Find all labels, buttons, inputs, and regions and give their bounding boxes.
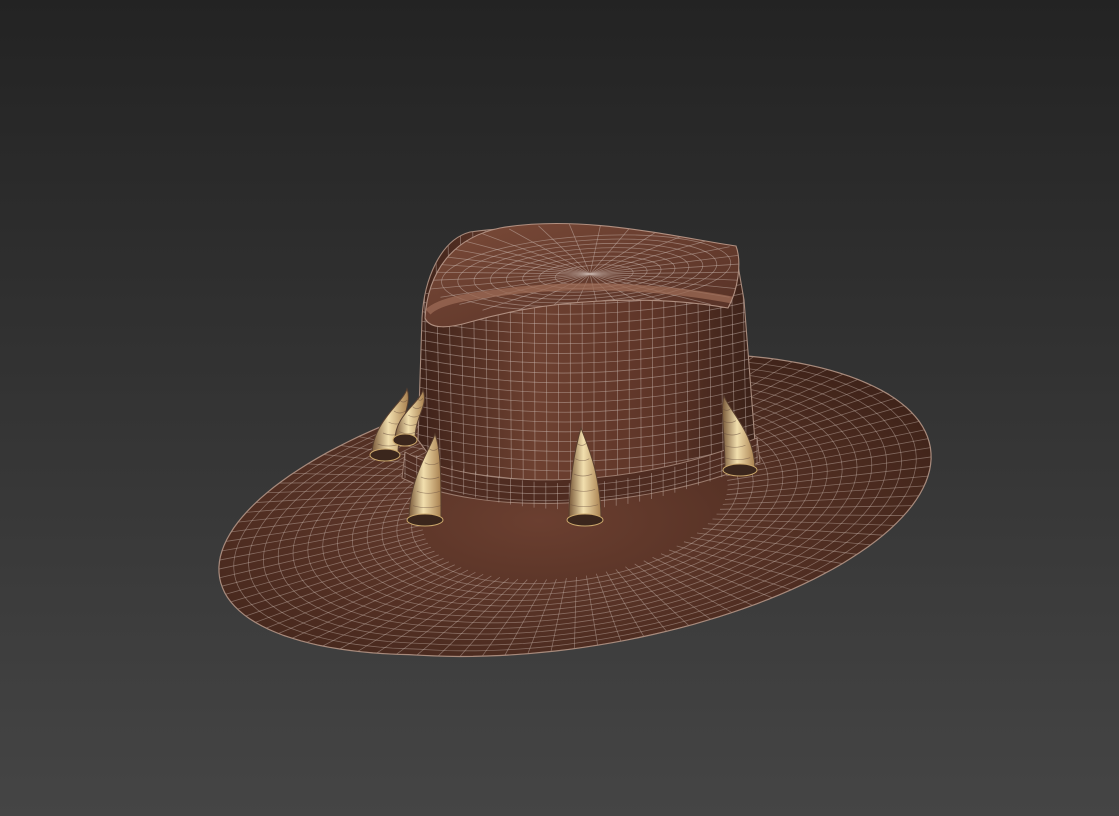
scene-render (0, 0, 1119, 816)
3d-viewport[interactable] (0, 0, 1119, 816)
